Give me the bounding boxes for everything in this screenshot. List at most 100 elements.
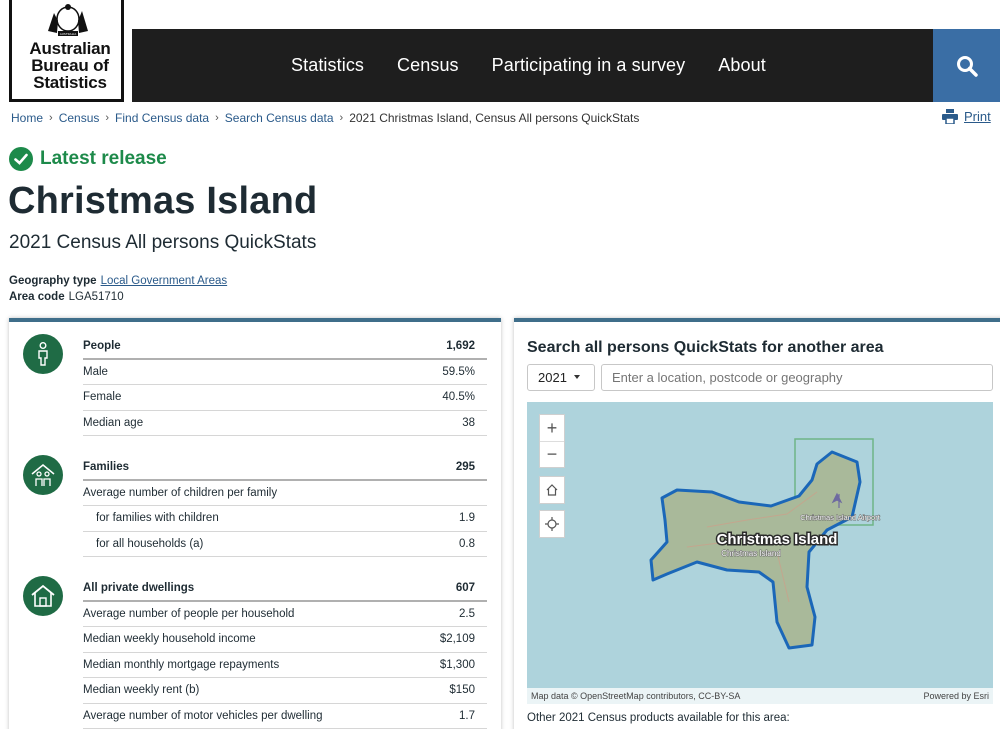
stat-label: Average number of children per family [83, 486, 278, 499]
stat-row: for all households (a) 0.8 [83, 532, 487, 557]
zoom-controls: + − [539, 414, 565, 468]
stat-value: 0.8 [459, 537, 475, 550]
check-circle-icon [9, 147, 33, 171]
stats-card: People 1,692 Male 59.5% Female 40.5% Median ag… [9, 318, 501, 729]
nav-statistics[interactable]: Statistics [291, 55, 364, 76]
stat-label: Median weekly household income [83, 633, 256, 646]
home-icon [540, 477, 564, 503]
year-select-value: 2021 [538, 370, 567, 385]
latest-release-label: Latest release [40, 148, 167, 169]
stat-value: 2.5 [459, 607, 475, 620]
breadcrumb-search-census-data[interactable]: Search Census data [225, 111, 334, 125]
stat-row: Median monthly mortgage repayments $1,300 [83, 653, 487, 678]
stat-value: 59.5% [442, 365, 475, 378]
print-button[interactable]: Print [942, 109, 991, 124]
abs-logo[interactable]: AUSTRALIA Australian Bureau of Statistic… [9, 0, 124, 102]
logo-wordmark: Australian Bureau of Statistics [29, 39, 111, 92]
locate-icon [540, 511, 564, 537]
location-search-input[interactable] [601, 364, 993, 391]
stat-label: Median monthly mortgage repayments [83, 658, 280, 671]
page-title: Christmas Island [8, 180, 318, 222]
dwellings-header-row: All private dwellings 607 [83, 576, 487, 602]
area-map[interactable]: Christmas Island Christmas Island Christ… [527, 402, 993, 704]
people-header-row: People 1,692 [83, 334, 487, 360]
stat-label: Median weekly rent (b) [83, 684, 200, 697]
breadcrumb-current: 2021 Christmas Island, Census All person… [349, 111, 640, 125]
stat-label: Median age [83, 416, 144, 429]
search-button[interactable] [933, 29, 1000, 102]
stat-value: $150 [449, 684, 475, 697]
stat-label: Female [83, 391, 122, 404]
breadcrumb-find-census-data[interactable]: Find Census data [115, 111, 209, 125]
page-subtitle: 2021 Census All persons QuickStats [9, 232, 317, 253]
home-button[interactable] [539, 476, 565, 504]
area-search-title: Search all persons QuickStats for anothe… [527, 339, 884, 356]
stat-row: Median weekly rent (b) $150 [83, 678, 487, 704]
breadcrumb: Home › Census › Find Census data › Searc… [11, 111, 639, 125]
stat-label: Average number of people per household [83, 607, 295, 620]
person-icon [23, 334, 63, 374]
chevron-right-icon: › [339, 112, 344, 124]
stat-value: 607 [455, 581, 475, 594]
map-attribution-text: Map data © OpenStreetMap contributors, C… [531, 691, 741, 701]
latest-release-badge: Latest release [9, 147, 167, 171]
stat-value: 38 [462, 416, 475, 429]
chevron-right-icon: › [215, 112, 219, 124]
zoom-out-button[interactable]: − [540, 441, 564, 467]
stat-row: Median age 38 [83, 411, 487, 436]
stat-value: 295 [455, 460, 475, 473]
stat-value: 40.5% [442, 391, 475, 404]
stat-value: $1,300 [439, 658, 475, 671]
stat-row: Male 59.5% [83, 360, 487, 385]
main-nav: Statistics Census Participating in a sur… [132, 29, 933, 102]
year-select[interactable]: 2021 [527, 364, 595, 391]
nav-census[interactable]: Census [397, 55, 459, 76]
stat-label: All private dwellings [83, 581, 195, 594]
stat-value: $2,109 [439, 633, 475, 646]
chevron-right-icon: › [105, 112, 110, 124]
geography-type-label: Geography type [9, 275, 97, 287]
locate-button[interactable] [539, 510, 565, 538]
stat-label: Male [83, 365, 108, 378]
stat-row: Average number of motor vehicles per dwe… [83, 704, 487, 729]
stat-row: Female 40.5% [83, 385, 487, 411]
other-products-heading: Other 2021 Census products available for… [527, 712, 790, 724]
caret-down-icon [574, 375, 580, 379]
house-icon [23, 576, 63, 616]
stat-value: 1.9 [459, 512, 475, 525]
geography-type-link[interactable]: Local Government Areas [101, 275, 228, 287]
stat-value: 1,692 [446, 339, 475, 352]
print-label: Print [964, 109, 991, 124]
svg-text:AUSTRALIA: AUSTRALIA [60, 32, 78, 36]
map-sublabel: Christmas Island [721, 549, 781, 558]
stat-label: Families [83, 460, 130, 473]
breadcrumb-home[interactable]: Home [11, 111, 43, 125]
map-label: Christmas Island [717, 531, 838, 548]
family-icon [23, 455, 63, 495]
nav-participating[interactable]: Participating in a survey [492, 55, 686, 76]
stat-row: Average number of children per family [83, 481, 487, 506]
map-powered-by[interactable]: Powered by Esri [923, 691, 989, 701]
stat-label: Average number of motor vehicles per dwe… [83, 709, 323, 722]
stat-row: for families with children 1.9 [83, 506, 487, 532]
stat-value: 1.7 [459, 709, 475, 722]
map-attribution: Map data © OpenStreetMap contributors, C… [527, 688, 993, 704]
stat-label: for families with children [96, 512, 219, 525]
stat-label: People [83, 339, 121, 352]
area-code-label: Area code [9, 291, 65, 303]
area-code-value: LGA51710 [68, 291, 124, 303]
nav-about[interactable]: About [718, 55, 766, 76]
area-search-card: Search all persons QuickStats for anothe… [514, 318, 1000, 729]
breadcrumb-census[interactable]: Census [59, 111, 100, 125]
christmas-island-map: Christmas Island Christmas Island Christ… [649, 438, 881, 650]
chevron-right-icon: › [49, 112, 53, 124]
zoom-in-button[interactable]: + [540, 415, 564, 441]
geography-info: Geography type Local Government Areas Are… [9, 273, 227, 305]
coat-of-arms-icon: AUSTRALIA [48, 4, 88, 36]
airport-label: Christmas Island Airport [800, 513, 881, 522]
families-header-row: Families 295 [83, 455, 487, 481]
stat-row: Median weekly household income $2,109 [83, 627, 487, 653]
search-icon [956, 55, 978, 77]
printer-icon [942, 109, 958, 124]
stat-row: Average number of people per household 2.… [83, 602, 487, 627]
